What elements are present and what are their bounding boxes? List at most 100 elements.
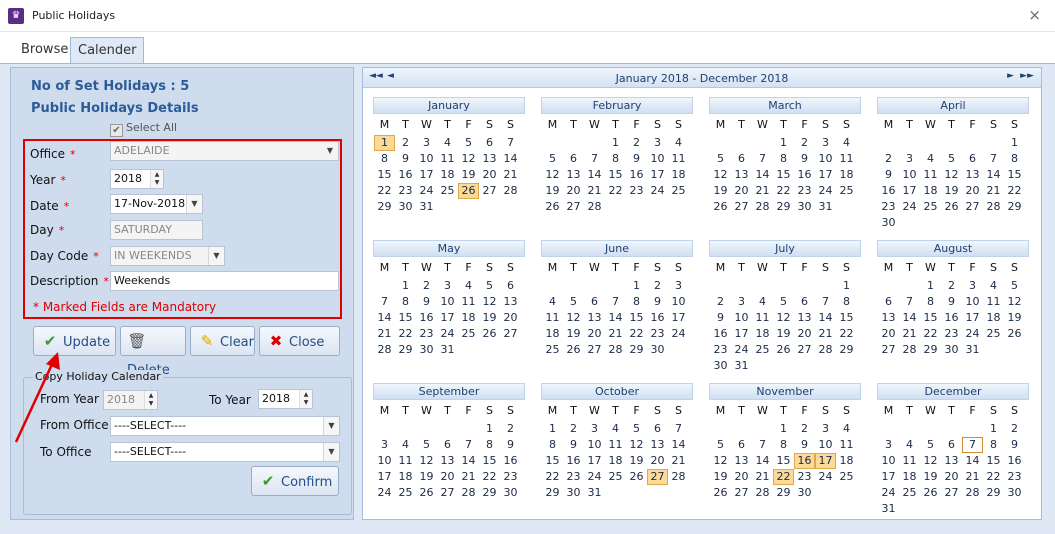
day-cell[interactable]: 29 — [395, 342, 416, 358]
day-cell[interactable]: 30 — [941, 342, 962, 358]
day-cell[interactable]: 26 — [1004, 326, 1025, 342]
day-cell[interactable]: 6 — [479, 135, 500, 151]
day-cell[interactable]: 5 — [458, 135, 479, 151]
day-cell[interactable]: 1 — [773, 421, 794, 437]
day-cell[interactable]: 9 — [878, 167, 899, 183]
day-cell[interactable]: 22 — [773, 469, 794, 485]
day-cell[interactable]: 9 — [794, 151, 815, 167]
day-cell[interactable]: 17 — [899, 183, 920, 199]
day-cell[interactable]: 30 — [1004, 485, 1025, 501]
day-cell[interactable]: 5 — [941, 151, 962, 167]
day-cell[interactable]: 9 — [626, 151, 647, 167]
from-year-spinner[interactable]: 2018 ▲ ▼ — [103, 390, 158, 410]
day-cell[interactable]: 7 — [584, 151, 605, 167]
day-cell[interactable]: 11 — [605, 437, 626, 453]
day-cell[interactable]: 29 — [836, 342, 857, 358]
day-cell[interactable]: 25 — [920, 199, 941, 215]
day-cell[interactable]: 4 — [395, 437, 416, 453]
day-cell[interactable]: 20 — [647, 453, 668, 469]
to-office-select[interactable]: ----SELECT---- ▼ — [110, 442, 340, 462]
day-cell[interactable]: 9 — [395, 151, 416, 167]
day-cell[interactable]: 22 — [836, 326, 857, 342]
day-cell[interactable]: 25 — [437, 183, 458, 199]
last-page-icon[interactable]: ►► — [1020, 71, 1034, 81]
day-cell[interactable]: 26 — [920, 485, 941, 501]
day-cell[interactable]: 7 — [815, 294, 836, 310]
day-cell[interactable]: 2 — [563, 421, 584, 437]
day-cell[interactable]: 10 — [815, 437, 836, 453]
day-cell[interactable]: 5 — [563, 294, 584, 310]
day-cell[interactable]: 27 — [731, 485, 752, 501]
day-cell[interactable]: 6 — [941, 437, 962, 453]
day-cell[interactable]: 4 — [458, 278, 479, 294]
day-cell[interactable]: 18 — [605, 453, 626, 469]
day-cell[interactable]: 31 — [878, 501, 899, 517]
tab-calender[interactable]: Calender — [70, 37, 144, 65]
day-cell[interactable]: 2 — [395, 135, 416, 151]
day-cell[interactable]: 10 — [668, 294, 689, 310]
day-cell[interactable]: 19 — [563, 326, 584, 342]
day-cell[interactable]: 29 — [626, 342, 647, 358]
day-cell[interactable]: 31 — [815, 199, 836, 215]
day-cell[interactable]: 1 — [479, 421, 500, 437]
spinner-arrows-icon[interactable]: ▲ ▼ — [150, 170, 163, 188]
day-cell[interactable]: 20 — [941, 469, 962, 485]
day-cell[interactable]: 21 — [752, 469, 773, 485]
day-cell[interactable]: 26 — [941, 199, 962, 215]
day-cell[interactable]: 23 — [626, 183, 647, 199]
day-cell[interactable]: 26 — [710, 485, 731, 501]
day-cell[interactable]: 29 — [773, 485, 794, 501]
clear-button[interactable]: ✎ Clear — [190, 326, 255, 356]
day-cell[interactable]: 9 — [500, 437, 521, 453]
day-cell[interactable]: 7 — [899, 294, 920, 310]
day-cell[interactable]: 14 — [962, 453, 983, 469]
day-cell[interactable]: 27 — [731, 199, 752, 215]
day-cell[interactable]: 31 — [962, 342, 983, 358]
day-cell[interactable]: 21 — [752, 183, 773, 199]
day-cell[interactable]: 14 — [983, 167, 1004, 183]
day-cell[interactable]: 2 — [500, 421, 521, 437]
day-cell[interactable]: 14 — [899, 310, 920, 326]
spinner-arrows-icon[interactable]: ▲ ▼ — [144, 391, 157, 409]
day-cell[interactable]: 26 — [479, 326, 500, 342]
day-cell[interactable]: 20 — [794, 326, 815, 342]
day-cell[interactable]: 8 — [542, 437, 563, 453]
day-cell[interactable]: 27 — [794, 342, 815, 358]
day-cell[interactable]: 1 — [542, 421, 563, 437]
day-cell[interactable]: 10 — [584, 437, 605, 453]
day-cell[interactable]: 15 — [773, 453, 794, 469]
day-cell[interactable]: 1 — [773, 135, 794, 151]
day-cell[interactable]: 5 — [626, 421, 647, 437]
day-cell[interactable]: 24 — [647, 183, 668, 199]
day-cell[interactable]: 4 — [920, 151, 941, 167]
day-cell[interactable]: 23 — [395, 183, 416, 199]
day-cell[interactable]: 26 — [710, 199, 731, 215]
day-cell[interactable]: 11 — [920, 167, 941, 183]
next-icon[interactable]: ► — [1007, 71, 1014, 81]
day-cell[interactable]: 1 — [836, 278, 857, 294]
day-cell[interactable]: 25 — [605, 469, 626, 485]
day-cell[interactable]: 17 — [962, 310, 983, 326]
day-cell[interactable]: 22 — [983, 469, 1004, 485]
day-cell[interactable]: 31 — [437, 342, 458, 358]
day-cell[interactable]: 17 — [815, 453, 836, 469]
daycode-select[interactable]: IN WEEKENDS ▼ — [110, 246, 225, 266]
day-cell[interactable]: 8 — [773, 151, 794, 167]
day-cell[interactable]: 11 — [542, 310, 563, 326]
day-cell[interactable]: 16 — [794, 167, 815, 183]
day-cell[interactable]: 17 — [584, 453, 605, 469]
day-cell[interactable]: 30 — [563, 485, 584, 501]
day-cell[interactable]: 7 — [458, 437, 479, 453]
day-cell[interactable]: 8 — [920, 294, 941, 310]
day-cell[interactable]: 6 — [731, 437, 752, 453]
day-cell[interactable]: 6 — [878, 294, 899, 310]
day-cell[interactable]: 11 — [395, 453, 416, 469]
chevron-down-icon[interactable]: ▼ — [323, 443, 339, 461]
day-cell[interactable]: 31 — [584, 485, 605, 501]
day-cell[interactable]: 29 — [479, 485, 500, 501]
day-cell[interactable]: 18 — [899, 469, 920, 485]
day-cell[interactable]: 3 — [731, 294, 752, 310]
day-cell[interactable]: 2 — [1004, 421, 1025, 437]
day-cell[interactable]: 18 — [920, 183, 941, 199]
day-cell[interactable]: 13 — [584, 310, 605, 326]
